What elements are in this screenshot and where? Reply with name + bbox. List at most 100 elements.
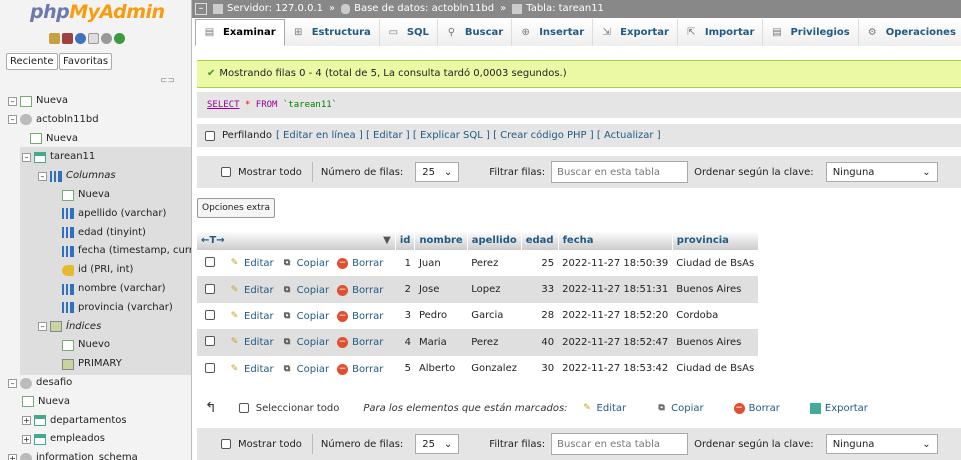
bulk-copy-button[interactable]: ⧉ Copiar xyxy=(656,403,703,414)
profiling-link[interactable]: [ Actualizar ] xyxy=(597,130,661,141)
cell-nombre[interactable]: Pedro xyxy=(414,302,468,330)
select-all-label[interactable]: Seleccionar todo xyxy=(256,403,340,414)
tab-sql[interactable]: ▭ SQL xyxy=(379,19,438,46)
cell-edad[interactable]: 25 xyxy=(521,250,559,277)
tree-item[interactable]: – Nueva xyxy=(8,92,68,110)
cell-edad[interactable]: 28 xyxy=(521,302,559,330)
delete-button[interactable]: − Borrar xyxy=(337,337,383,349)
breadcrumb-server[interactable]: Servidor: 127.0.0.1 xyxy=(227,0,323,18)
edit-button[interactable]: ✎ Editar xyxy=(229,364,274,375)
profiling-link[interactable]: [ Editar ] xyxy=(366,130,410,141)
tree-item[interactable]: + empleados xyxy=(22,430,105,448)
cell-fecha[interactable]: 2022-11-27 18:51:31 xyxy=(558,276,673,303)
collapse-icon[interactable]: – xyxy=(8,115,17,125)
show-all-checkbox[interactable] xyxy=(221,167,231,177)
copy-button[interactable]: ⧉ Copiar xyxy=(282,311,329,322)
cell-nombre[interactable]: Juan xyxy=(414,250,468,277)
bulk-export-button[interactable]: Exportar xyxy=(809,402,868,414)
cell-id[interactable]: 5 xyxy=(395,355,415,382)
cell-id[interactable]: 1 xyxy=(395,250,415,277)
reload-icon[interactable] xyxy=(114,33,125,44)
expand-icon[interactable]: + xyxy=(22,416,31,426)
profiling-link[interactable]: [ Explicar SQL ] xyxy=(413,130,490,141)
tree-item[interactable]: – actobln11bd xyxy=(8,111,99,129)
breadcrumb-database[interactable]: Base de datos: actobln11bd xyxy=(354,0,494,18)
tree-item[interactable]: Nueva xyxy=(62,186,110,204)
cell-fecha[interactable]: 2022-11-27 18:52:47 xyxy=(558,329,673,356)
row-checkbox[interactable] xyxy=(205,283,215,294)
tree-item[interactable]: – Índices xyxy=(38,318,101,336)
tree-item[interactable]: provincia (varchar) xyxy=(62,299,173,317)
tree-item[interactable]: – tarean11 xyxy=(22,148,95,166)
tree-item[interactable]: + information_schema xyxy=(8,449,138,460)
tab-recent[interactable]: Reciente xyxy=(6,53,58,70)
collapse-icon[interactable]: – xyxy=(8,96,17,106)
cell-fecha[interactable]: 2022-11-27 18:50:39 xyxy=(558,250,673,277)
cell-edad[interactable]: 40 xyxy=(521,329,559,356)
edit-button[interactable]: ✎ Editar xyxy=(229,337,274,348)
delete-button[interactable]: − Borrar xyxy=(337,310,383,322)
edit-button[interactable]: ✎ Editar xyxy=(229,311,274,322)
sort-select[interactable]: Ninguna ⌄ xyxy=(825,434,938,454)
tab-insert[interactable]: ⊕ Insertar xyxy=(512,19,594,46)
collapse-icon[interactable]: – xyxy=(195,3,207,15)
collapse-icon[interactable]: – xyxy=(38,322,47,332)
cell-id[interactable]: 2 xyxy=(395,276,415,303)
logout-icon[interactable] xyxy=(62,33,73,44)
column-nav-icon[interactable]: ←T→ xyxy=(201,235,225,246)
show-all-checkbox[interactable] xyxy=(221,439,231,449)
collapse-icon[interactable]: – xyxy=(22,152,31,162)
tree-item[interactable]: PRIMARY xyxy=(62,355,122,373)
tree-item[interactable]: – Columnas xyxy=(38,167,116,185)
collapse-icon[interactable]: – xyxy=(8,378,17,388)
link-icon[interactable]: ⊂⊃ xyxy=(160,76,175,86)
tree-item[interactable]: id (PRI, int) xyxy=(62,261,133,279)
rows-select[interactable]: 25 ⌄ xyxy=(415,434,460,454)
cell-apellido[interactable]: Perez xyxy=(467,329,522,356)
tree-item[interactable]: fecha (timestamp, curr xyxy=(62,242,191,260)
cell-apellido[interactable]: Garcia xyxy=(467,302,522,330)
tree-item[interactable]: edad (tinyint) xyxy=(62,224,146,242)
home-icon[interactable] xyxy=(49,33,60,44)
tab-favorites[interactable]: Favoritas xyxy=(59,53,113,70)
cell-nombre[interactable]: Maria xyxy=(414,329,468,356)
cell-provincia[interactable]: Ciudad de BsAs xyxy=(672,355,759,382)
tab-import[interactable]: ⇱ Importar xyxy=(677,19,764,46)
cell-provincia[interactable]: Buenos Aires xyxy=(672,276,759,303)
tab-browse[interactable]: ▤ Examinar xyxy=(195,19,285,46)
collapse-icon[interactable]: – xyxy=(38,171,47,181)
select-all-checkbox[interactable] xyxy=(238,403,249,413)
filter-input[interactable]: Buscar en esta tabla xyxy=(551,433,689,455)
rows-select[interactable]: 25 ⌄ xyxy=(415,162,460,182)
bulk-delete-button[interactable]: − Borrar xyxy=(733,402,780,414)
cell-nombre[interactable]: Jose xyxy=(414,276,468,303)
tree-item[interactable]: – desafio xyxy=(8,374,72,392)
tree-item[interactable]: Nueva xyxy=(30,130,78,148)
sort-select[interactable]: Ninguna ⌄ xyxy=(825,162,938,182)
tab-operations[interactable]: ⚙ Operaciones xyxy=(858,19,961,46)
sql-query-box[interactable]: SELECT * FROM `tarean11` xyxy=(197,92,961,118)
tree-item[interactable]: apellido (varchar) xyxy=(62,205,166,223)
cell-apellido[interactable]: Lopez xyxy=(467,276,522,303)
delete-button[interactable]: − Borrar xyxy=(337,363,383,375)
cell-apellido[interactable]: Gonzalez xyxy=(467,355,522,382)
cell-fecha[interactable]: 2022-11-27 18:53:42 xyxy=(558,355,673,382)
sort-dropdown-icon[interactable]: ▼ xyxy=(383,235,391,246)
column-header-fecha[interactable]: fecha xyxy=(558,231,673,250)
cell-provincia[interactable]: Ciudad de BsAs xyxy=(672,250,759,277)
cell-provincia[interactable]: Buenos Aires xyxy=(672,329,759,356)
extra-options-button[interactable]: Opciones extra xyxy=(197,198,275,218)
row-checkbox[interactable] xyxy=(205,257,215,268)
cell-provincia[interactable]: Cordoba xyxy=(672,302,759,330)
filter-input[interactable]: Buscar en esta tabla xyxy=(551,161,689,183)
phpmyadmin-logo[interactable]: phpMyAdmin xyxy=(30,1,165,23)
row-checkbox[interactable] xyxy=(205,362,215,373)
tree-item[interactable]: nombre (varchar) xyxy=(62,280,166,298)
help-icon[interactable] xyxy=(75,33,86,44)
cell-edad[interactable]: 33 xyxy=(521,276,559,303)
column-header-provincia[interactable]: provincia xyxy=(672,231,759,250)
tab-structure[interactable]: ⊞ Estructura xyxy=(284,19,380,46)
cell-fecha[interactable]: 2022-11-27 18:52:20 xyxy=(558,302,673,330)
tree-item[interactable]: Nuevo xyxy=(62,336,110,354)
expand-icon[interactable]: + xyxy=(8,453,17,460)
